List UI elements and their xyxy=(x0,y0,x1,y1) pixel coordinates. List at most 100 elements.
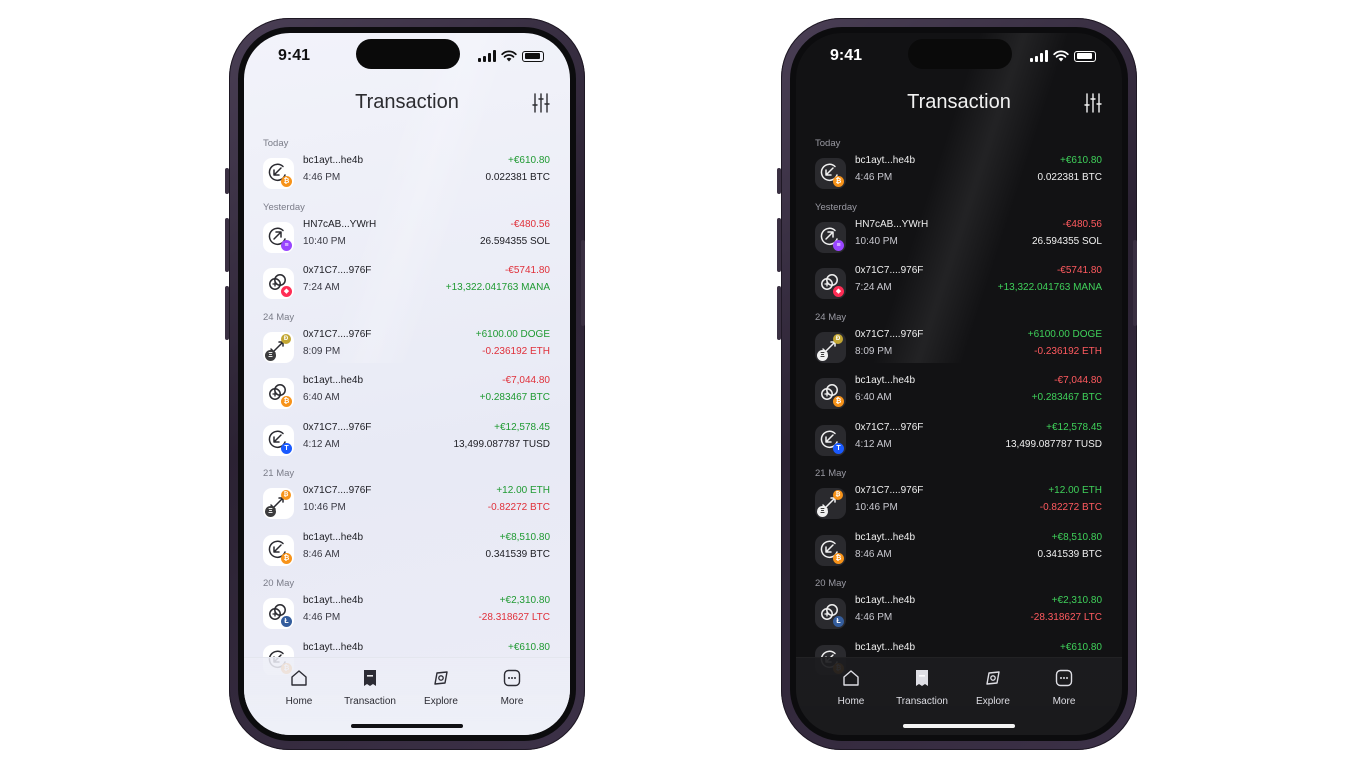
btc-coin-icon: ₿ xyxy=(281,176,292,187)
transaction-row[interactable]: ₿ bc1ayt...he4b 8:46 AM +€8,510.80 0.341539 … xyxy=(244,529,570,576)
screen: 9:41 Transaction Today ₿ bc1ayt...he4b 4:46… xyxy=(790,27,1128,741)
transaction-row[interactable]: ₿ bc1ayt...he4b 6:40 AM -€7,044.80 +0.283467… xyxy=(244,372,570,419)
transaction-row[interactable]: Łbc1ayt...he4b 4:46 PM +€2,310.80 -28.31862… xyxy=(244,592,570,639)
side-button xyxy=(225,286,229,340)
side-button xyxy=(777,286,781,340)
tab-label: Home xyxy=(837,696,865,707)
transaction-row[interactable]: Łbc1ayt...he4b 4:46 PM +€2,310.80 -28.31862… xyxy=(796,592,1122,639)
tab-transaction[interactable]: Transaction xyxy=(335,668,405,707)
tab-home[interactable]: Home xyxy=(264,668,334,707)
page-header: Transaction xyxy=(796,91,1122,121)
transaction-address: bc1ayt...he4b xyxy=(855,155,916,166)
receive-icon: T xyxy=(815,424,846,456)
swap-icon: ◆ xyxy=(263,268,294,299)
transaction-amount-crypto: 26.594355 SOL xyxy=(1031,235,1102,247)
transaction-row[interactable]: Ð Ξ 0x71C7....976F 8:09 PM +6100.00 DOGE -0.2… xyxy=(244,326,570,373)
send-icon: ≡ xyxy=(815,221,846,253)
transaction-time: 4:12 AM xyxy=(855,438,892,450)
transaction-row[interactable]: ≡ HN7cAB...YWrH 10:40 PM -€480.56 26.594355 … xyxy=(244,216,570,263)
eth-coin-icon: Ξ xyxy=(265,506,276,517)
transaction-amount-fiat: +6100.00 DOGE xyxy=(475,328,550,340)
tusd-coin-icon: T xyxy=(833,442,844,454)
transaction-row[interactable]: ₿ Ξ 0x71C7....976F 10:46 PM +12.00 ETH -0.822… xyxy=(796,482,1122,529)
receive-icon: T xyxy=(263,424,294,456)
sol-coin-icon: ≡ xyxy=(281,239,292,251)
tab-more[interactable]: More xyxy=(477,668,547,707)
transaction-row[interactable]: ◆ 0x71C7....976F 7:24 AM -€5741.80 +13,322.0… xyxy=(796,262,1122,309)
section-label: 21 May xyxy=(815,468,847,479)
transaction-amount-crypto: +0.283467 BTC xyxy=(479,392,550,403)
transaction-amount-fiat: +12.00 ETH xyxy=(496,485,550,496)
tab-label: Explore xyxy=(976,696,1010,707)
status-time: 9:41 xyxy=(830,47,863,64)
exchange-icon: ₿ Ξ xyxy=(815,488,846,519)
section-label: 21 May xyxy=(263,468,295,479)
home-indicator xyxy=(351,724,463,728)
transaction-amount-fiat: +€2,310.80 xyxy=(499,595,550,606)
filter-sliders-icon[interactable] xyxy=(1084,93,1102,113)
transaction-address: bc1ayt...he4b xyxy=(303,641,364,653)
transaction-list[interactable]: Today ₿ bc1ayt...he4b 4:46 PM +€610.80 0.0223… xyxy=(244,135,570,675)
transaction-address: bc1ayt...he4b xyxy=(855,375,916,386)
tab-explore[interactable]: Explore xyxy=(958,668,1028,707)
more-icon xyxy=(502,669,522,695)
send-icon: ≡ xyxy=(263,221,294,253)
eth-coin-icon: Ξ xyxy=(265,349,276,361)
transaction-time: 7:24 AM xyxy=(303,282,340,293)
transaction-time: 8:46 AM xyxy=(855,548,892,560)
btc-coin-icon: ₿ xyxy=(281,552,292,564)
transaction-amount-fiat: -€480.56 xyxy=(510,218,550,230)
section-label: 20 May xyxy=(815,578,847,589)
transaction-time: 6:40 AM xyxy=(855,392,892,403)
transaction-address: bc1ayt...he4b xyxy=(303,531,364,543)
tab-label: More xyxy=(1052,696,1076,707)
transaction-amount-crypto: 0.341539 BTC xyxy=(485,548,551,560)
btc-coin-icon: ₿ xyxy=(833,396,844,407)
transaction-amount-fiat: +€610.80 xyxy=(1060,641,1102,653)
home-icon xyxy=(289,670,309,695)
transaction-amount-fiat: +€8,510.80 xyxy=(499,531,550,543)
transaction-time: 4:46 PM xyxy=(303,612,341,623)
transaction-address: 0x71C7....976F xyxy=(855,328,924,340)
transaction-amount-crypto: 0.341539 BTC xyxy=(1037,548,1103,560)
tab-explore[interactable]: Explore xyxy=(406,668,476,707)
tab-more[interactable]: More xyxy=(1029,668,1099,707)
tab-label: Transaction xyxy=(896,696,948,707)
transaction-row[interactable]: ₿ Ξ 0x71C7....976F 10:46 PM +12.00 ETH -0.822… xyxy=(244,482,570,529)
swap-icon: Ł xyxy=(263,598,294,629)
transaction-amount-fiat: -€7,044.80 xyxy=(502,375,550,386)
side-button xyxy=(225,218,229,272)
transaction-list[interactable]: Today ₿ bc1ayt...he4b 4:46 PM +€610.80 0.0223… xyxy=(796,135,1122,675)
wifi-icon xyxy=(1053,50,1069,62)
transaction-row[interactable]: ₿ bc1ayt...he4b 6:40 AM -€7,044.80 +0.283467… xyxy=(796,372,1122,419)
status-bar: 9:41 xyxy=(244,47,570,67)
transaction-time: 8:09 PM xyxy=(303,345,341,357)
transaction-row[interactable]: ₿ bc1ayt...he4b 4:46 PM +€610.80 0.022381 BT… xyxy=(244,152,570,199)
section-label: 24 May xyxy=(815,311,847,323)
transaction-row[interactable]: ◆ 0x71C7....976F 7:24 AM -€5741.80 +13,322.0… xyxy=(244,262,570,309)
status-bar: 9:41 xyxy=(796,47,1122,67)
tab-label: Transaction xyxy=(344,696,396,707)
side-button xyxy=(777,218,781,272)
transaction-row[interactable]: ₿ bc1ayt...he4b 8:46 AM +€8,510.80 0.341539 … xyxy=(796,529,1122,576)
ltc-coin-icon: Ł xyxy=(281,616,292,627)
transaction-row[interactable]: ₿ bc1ayt...he4b 4:46 PM +€610.80 0.022381 BT… xyxy=(796,152,1122,199)
filter-sliders-icon[interactable] xyxy=(532,93,550,113)
section-label: 20 May xyxy=(263,578,295,589)
transaction-time: 4:12 AM xyxy=(303,438,340,450)
tab-home[interactable]: Home xyxy=(816,668,886,707)
transaction-amount-fiat: +€2,310.80 xyxy=(1051,595,1102,606)
transaction-time: 8:46 AM xyxy=(303,548,340,560)
transaction-time: 4:46 PM xyxy=(855,612,893,623)
side-button xyxy=(225,168,229,194)
tab-transaction[interactable]: Transaction xyxy=(887,668,957,707)
transaction-row[interactable]: ≡ HN7cAB...YWrH 10:40 PM -€480.56 26.594355 … xyxy=(796,216,1122,263)
doge-coin-icon: Ð xyxy=(833,333,843,344)
transaction-row[interactable]: Ð Ξ 0x71C7....976F 8:09 PM +6100.00 DOGE -0.2… xyxy=(796,326,1122,373)
home-icon xyxy=(841,670,861,695)
transaction-row[interactable]: T 0x71C7....976F 4:12 AM +€12,578.45 13,499.… xyxy=(244,419,570,466)
swap-icon: Ł xyxy=(815,598,846,629)
page-title: Transaction xyxy=(355,91,459,113)
transaction-address: HN7cAB...YWrH xyxy=(303,218,377,230)
transaction-row[interactable]: T 0x71C7....976F 4:12 AM +€12,578.45 13,499.… xyxy=(796,419,1122,466)
